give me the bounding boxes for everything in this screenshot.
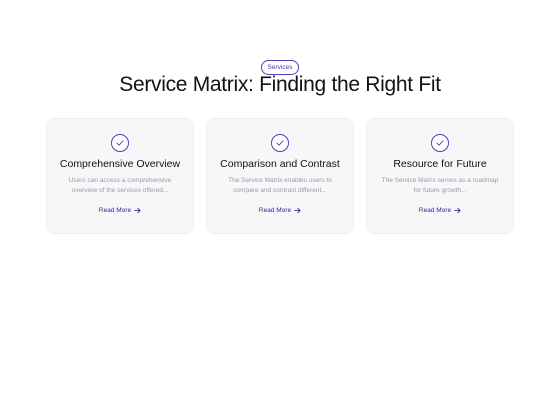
read-more-label: Read More — [98, 207, 132, 214]
section-title: Service Matrix: Finding the Right Fit — [119, 73, 441, 96]
service-card-comparison-and-contrast: Comparison and Contrast The Service Matr… — [206, 118, 354, 234]
arrow-right-icon — [454, 207, 461, 214]
read-more-link[interactable]: Read More — [367, 206, 513, 216]
arrow-right-icon — [134, 207, 141, 214]
card-title: Resource for Future — [393, 158, 487, 170]
card-title: Comprehensive Overview — [59, 158, 181, 170]
card-description: The Service Matrix enables users to comp… — [228, 177, 332, 194]
services-section: Services Service Matrix: Finding the Rig… — [0, 0, 560, 400]
card-description: The Service Matrix serves as a roadmap f… — [381, 177, 499, 194]
service-card-resource-for-future: Resource for Future The Service Matrix s… — [366, 118, 514, 234]
check-circle-icon — [271, 134, 289, 152]
read-more-label: Read More — [418, 207, 452, 214]
read-more-link[interactable]: Read More — [47, 206, 193, 216]
service-card-comprehensive-overview: Comprehensive Overview Users can access … — [46, 118, 194, 234]
card-title: Comparison and Contrast — [220, 158, 340, 170]
check-circle-icon — [111, 134, 129, 152]
read-more-link[interactable]: Read More — [207, 206, 353, 216]
arrow-right-icon — [294, 207, 301, 214]
read-more-label: Read More — [258, 207, 292, 214]
card-description: Users can access a comprehensive overvie… — [68, 177, 172, 194]
service-cards: Comprehensive Overview Users can access … — [46, 118, 514, 234]
check-circle-icon — [431, 134, 449, 152]
